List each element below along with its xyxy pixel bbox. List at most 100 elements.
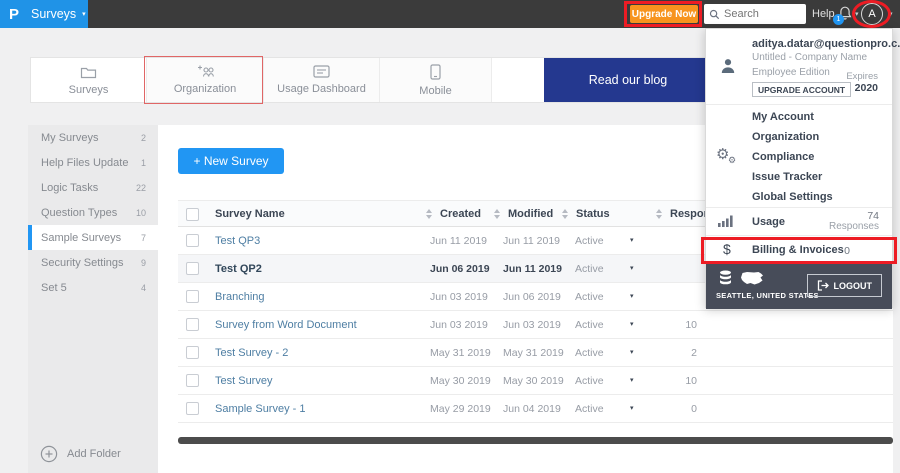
chevron-down-icon: ▾ <box>82 10 86 18</box>
status-dropdown-caret-icon[interactable]: ▾ <box>630 264 634 272</box>
usa-map-icon <box>741 272 763 285</box>
survey-name-link[interactable]: Test Survey <box>215 375 272 387</box>
table-row: Test Survey May 30 2019 May 30 2019 Acti… <box>178 367 893 395</box>
folder-count: 10 <box>135 207 146 218</box>
responses-count: 10 <box>685 319 697 331</box>
tab-mobile[interactable]: Mobile <box>379 58 491 102</box>
table-row: Sample Survey - 1 May 29 2019 Jun 04 201… <box>178 395 893 423</box>
status-dropdown-caret-icon[interactable]: ▾ <box>630 320 634 328</box>
status-dropdown-caret-icon[interactable]: ▾ <box>630 292 634 300</box>
product-switcher[interactable]: P Surveys ▾ <box>0 0 88 28</box>
modified-date: Jun 06 2019 <box>503 291 561 303</box>
plus-circle-icon <box>40 445 58 463</box>
dashboard-icon <box>313 65 330 78</box>
help-link[interactable]: Help <box>812 8 835 20</box>
status-dropdown-caret-icon[interactable]: ▾ <box>630 348 634 356</box>
sort-icon[interactable] <box>656 209 662 219</box>
row-checkbox[interactable] <box>186 318 199 331</box>
sidebar-item-help-files-update[interactable]: Help Files Update 1 <box>28 150 158 175</box>
sidebar-item-security-settings[interactable]: Security Settings 9 <box>28 250 158 275</box>
survey-name-link[interactable]: Test QP2 <box>215 263 262 275</box>
column-header-created[interactable]: Created <box>440 208 481 220</box>
settings-gears-icon: ⚙ ⚙ <box>716 146 737 165</box>
status-dropdown-caret-icon[interactable]: ▾ <box>630 236 634 244</box>
upgrade-account-button[interactable]: UPGRADE ACCOUNT <box>752 82 852 97</box>
column-header-modified[interactable]: Modified <box>508 208 553 220</box>
sidebar-item-question-types[interactable]: Question Types 10 <box>28 200 158 225</box>
status-label: Active <box>575 291 604 303</box>
menu-item-organization[interactable]: Organization <box>752 131 819 151</box>
sidebar-item-my-surveys[interactable]: My Surveys 2 <box>28 125 158 150</box>
survey-name-link[interactable]: Branching <box>215 291 265 303</box>
logout-button[interactable]: LOGOUT <box>806 274 882 297</box>
person-icon <box>721 59 735 73</box>
search-box <box>704 4 806 24</box>
sidebar-item-set-5[interactable]: Set 5 4 <box>28 275 158 300</box>
row-checkbox[interactable] <box>186 374 199 387</box>
expires-label: Expires <box>846 71 878 82</box>
logout-icon <box>817 280 829 291</box>
row-checkbox[interactable] <box>186 262 199 275</box>
add-folder-button[interactable]: Add Folder <box>40 445 121 463</box>
tab-usage-dashboard[interactable]: Usage Dashboard <box>263 58 379 102</box>
status-dropdown-caret-icon[interactable]: ▾ <box>630 376 634 384</box>
status-label: Active <box>575 375 604 387</box>
horizontal-scrollbar[interactable] <box>178 437 893 444</box>
chevron-down-icon[interactable]: ▾ <box>889 11 893 18</box>
column-header-status[interactable]: Status <box>576 208 610 220</box>
folder-count: 7 <box>140 232 146 243</box>
billing-label: Billing & Invoices <box>752 244 844 256</box>
table-row: Test Survey - 2 May 31 2019 May 31 2019 … <box>178 339 893 367</box>
column-header-survey-name[interactable]: Survey Name <box>215 208 285 220</box>
tab-label: Usage Dashboard <box>277 83 366 95</box>
survey-name-link[interactable]: Test Survey - 2 <box>215 347 288 359</box>
modified-date: Jun 11 2019 <box>503 235 561 247</box>
usage-unit: Responses <box>828 221 879 232</box>
tab-label: Surveys <box>68 83 109 96</box>
row-checkbox[interactable] <box>186 402 199 415</box>
folder-label: My Surveys <box>41 131 99 144</box>
menu-item-issue-tracker[interactable]: Issue Tracker <box>752 171 822 191</box>
folder-label: Logic Tasks <box>41 181 99 194</box>
sidebar-item-logic-tasks[interactable]: Logic Tasks 22 <box>28 175 158 200</box>
new-survey-button[interactable]: + New Survey <box>178 148 284 174</box>
sort-icon[interactable] <box>562 209 568 219</box>
created-date: Jun 11 2019 <box>430 235 488 247</box>
menu-item-compliance[interactable]: Compliance <box>752 151 814 171</box>
folder-label: Question Types <box>41 206 118 219</box>
folder-count: 1 <box>140 157 146 168</box>
usage-bars-icon <box>718 215 733 227</box>
menu-item-my-account[interactable]: My Account <box>752 111 814 131</box>
select-all-checkbox[interactable] <box>186 208 199 221</box>
row-checkbox[interactable] <box>186 234 199 247</box>
row-checkbox[interactable] <box>186 346 199 359</box>
account-avatar[interactable]: A <box>861 3 883 25</box>
upgrade-now-button[interactable]: Upgrade Now <box>630 5 698 23</box>
folder-label: Sample Surveys <box>41 231 122 244</box>
chevron-down-icon[interactable]: ▾ <box>855 11 859 18</box>
responses-count: 2 <box>691 347 697 359</box>
row-checkbox[interactable] <box>186 290 199 303</box>
search-input[interactable] <box>724 8 802 20</box>
survey-name-link[interactable]: Sample Survey - 1 <box>215 403 305 415</box>
app-root: P Surveys ▾ Upgrade Now Help 1 ▾ A ▾ Sur… <box>0 0 900 473</box>
account-company: Untitled - Company Name <box>752 52 868 63</box>
sort-icon[interactable] <box>494 209 500 219</box>
survey-name-link[interactable]: Survey from Word Document <box>215 319 357 331</box>
status-dropdown-caret-icon[interactable]: ▾ <box>630 404 634 412</box>
dropdown-footer: SEATTLE, UNITED STATES LOGOUT <box>706 264 892 309</box>
sort-icon[interactable] <box>426 209 432 219</box>
tab-organization[interactable]: Organization <box>146 58 263 102</box>
mobile-phone-icon <box>430 63 441 80</box>
server-location-label: SEATTLE, UNITED STATES <box>716 291 819 300</box>
tab-surveys[interactable]: Surveys <box>31 58 146 102</box>
folder-count: 22 <box>135 182 146 193</box>
responses-count: 0 <box>691 403 697 415</box>
status-label: Active <box>575 403 604 415</box>
questionpro-logo-icon: P <box>9 5 20 23</box>
sidebar-item-sample-surveys[interactable]: Sample Surveys 7 <box>28 225 158 250</box>
add-folder-label: Add Folder <box>67 448 121 460</box>
organization-people-icon <box>197 65 214 77</box>
survey-name-link[interactable]: Test QP3 <box>215 235 260 247</box>
modified-date: Jun 03 2019 <box>503 319 561 331</box>
